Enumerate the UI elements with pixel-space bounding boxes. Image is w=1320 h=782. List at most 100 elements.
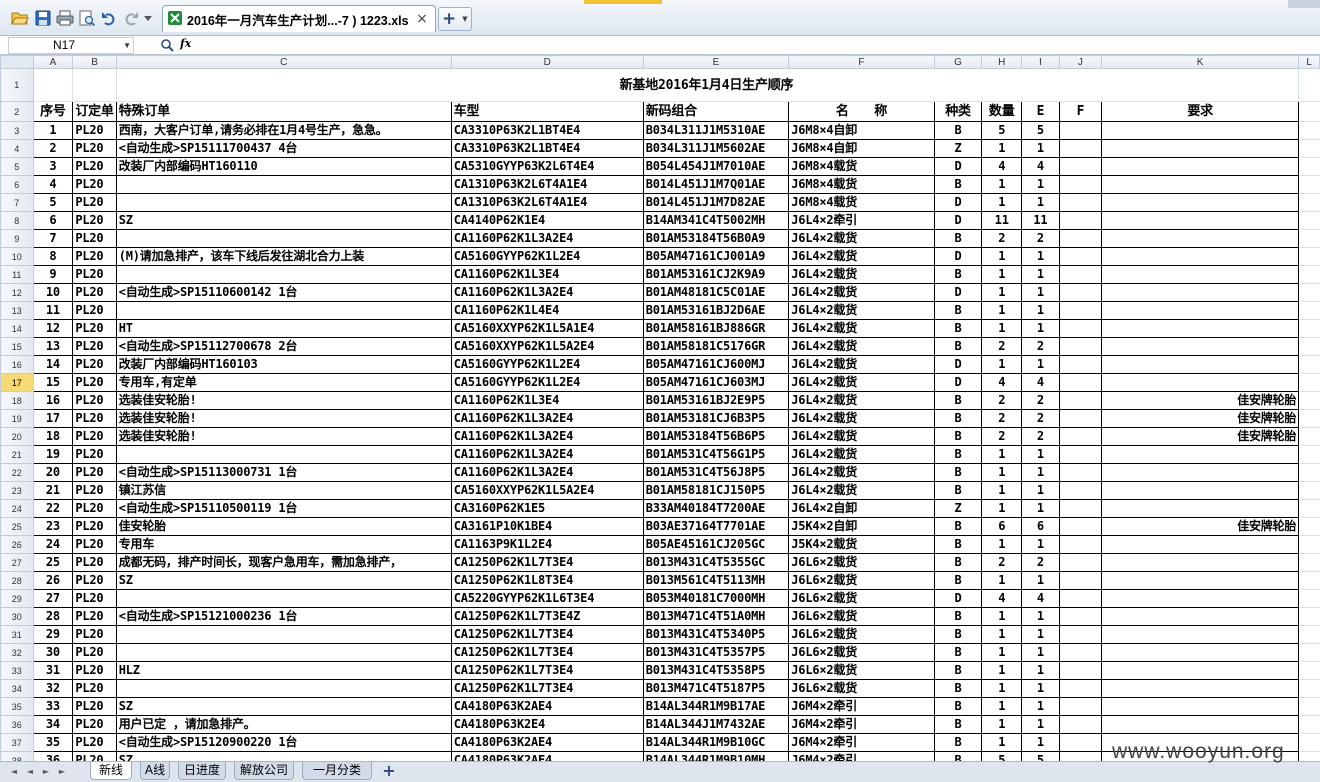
qty-cell[interactable]: 1 (981, 697, 1023, 716)
seq-cell[interactable]: 10 (33, 283, 74, 302)
special-order-cell[interactable]: 佳安轮胎 (116, 517, 452, 536)
name-cell[interactable]: J6L4×2载货 (788, 301, 935, 320)
order-cell[interactable]: PL20 (72, 139, 117, 158)
qty-cell[interactable]: 1 (981, 247, 1023, 266)
code-cell[interactable]: B013M431C4T5340P5 (643, 625, 790, 644)
empty-cell[interactable] (1298, 553, 1320, 572)
e-cell[interactable]: 1 (1021, 697, 1060, 716)
row-header[interactable]: 38 (0, 751, 34, 761)
empty-cell[interactable] (1298, 571, 1320, 590)
code-cell[interactable]: B14AL344R1M9B10GC (643, 733, 790, 752)
special-order-cell[interactable]: <自动生成>SP15110500119 1台 (116, 499, 452, 518)
requirement-cell[interactable] (1101, 463, 1300, 482)
search-icon[interactable] (160, 38, 176, 53)
seq-cell[interactable]: 23 (33, 517, 74, 536)
f-cell[interactable] (1059, 751, 1103, 761)
order-cell[interactable]: PL20 (72, 175, 117, 194)
order-cell[interactable]: PL20 (72, 247, 117, 266)
row-header[interactable]: 31 (0, 625, 34, 644)
name-cell[interactable]: J6L6×2载货 (788, 661, 935, 680)
document-tab[interactable]: 2016年一月汽车生产计划...-7 ) 1223.xls * × (162, 5, 436, 32)
kind-cell[interactable]: B (934, 301, 983, 320)
qty-cell[interactable]: 1 (981, 481, 1023, 500)
empty-cell[interactable] (1298, 409, 1320, 428)
empty-cell[interactable] (1298, 229, 1320, 248)
requirement-cell[interactable] (1101, 193, 1300, 212)
e-cell[interactable]: 1 (1021, 193, 1060, 212)
model-cell[interactable]: CA1310P63K2L6T4A1E4 (451, 175, 644, 194)
order-cell[interactable]: PL20 (72, 319, 117, 338)
kind-cell[interactable]: B (934, 121, 983, 140)
special-order-cell[interactable]: (M)请加急排产，该车下线后发往湖北合力上装 (116, 247, 452, 266)
code-cell[interactable]: B14AL344J1M7432AE (643, 715, 790, 734)
model-cell[interactable]: CA1160P62K1L3E4 (451, 391, 644, 410)
empty-cell[interactable] (1298, 283, 1320, 302)
requirement-cell[interactable] (1101, 607, 1300, 626)
empty-cell[interactable] (1298, 247, 1320, 266)
requirement-cell[interactable] (1101, 445, 1300, 464)
model-cell[interactable]: CA4180P63K2AE4 (451, 733, 644, 752)
empty-cell[interactable] (1298, 445, 1320, 464)
code-cell[interactable]: B14AL344R1M9B17AE (643, 697, 790, 716)
seq-cell[interactable]: 26 (33, 571, 74, 590)
model-cell[interactable]: CA5160GYYP62K1L2E4 (451, 355, 644, 374)
column-header[interactable]: K (1101, 55, 1300, 69)
kind-cell[interactable]: D (934, 373, 983, 392)
order-cell[interactable]: PL20 (72, 121, 117, 140)
name-cell[interactable]: J6L4×2载货 (788, 445, 935, 464)
order-cell[interactable]: PL20 (72, 391, 117, 410)
seq-cell[interactable]: 12 (33, 319, 74, 338)
special-order-cell[interactable]: 镇江苏信 (116, 481, 452, 500)
order-cell[interactable]: PL20 (72, 679, 117, 698)
special-order-cell[interactable] (116, 193, 452, 212)
seq-cell[interactable]: 30 (33, 643, 74, 662)
empty-cell[interactable] (1298, 643, 1320, 662)
e-cell[interactable]: 5 (1021, 751, 1060, 761)
order-cell[interactable]: PL20 (72, 355, 117, 374)
order-cell[interactable]: PL20 (72, 157, 117, 176)
requirement-cell[interactable] (1101, 265, 1300, 284)
special-order-cell[interactable]: 用户已定 ，请加急排产。 (116, 715, 452, 734)
qty-cell[interactable]: 1 (981, 499, 1023, 518)
name-cell[interactable]: J6L4×2载货 (788, 427, 935, 446)
row-header[interactable]: 7 (0, 193, 34, 212)
requirement-cell[interactable] (1101, 373, 1300, 392)
row-header[interactable]: 6 (0, 175, 34, 194)
kind-cell[interactable]: D (934, 355, 983, 374)
empty-cell[interactable] (1298, 679, 1320, 698)
row-header[interactable]: 17 (0, 373, 34, 392)
model-cell[interactable]: CA4180P63K2AE4 (451, 751, 644, 761)
e-cell[interactable]: 4 (1021, 373, 1060, 392)
model-cell[interactable]: CA5220GYYP62K1L6T3E4 (451, 589, 644, 608)
f-cell[interactable] (1059, 481, 1103, 500)
seq-cell[interactable]: 31 (33, 661, 74, 680)
empty-cell[interactable] (1298, 157, 1320, 176)
special-order-cell[interactable]: 成都无码，排产时间长，现客户急用车，需加急排产， (116, 553, 452, 572)
kind-cell[interactable]: B (934, 661, 983, 680)
seq-cell[interactable]: 36 (33, 751, 74, 761)
seq-cell[interactable]: 19 (33, 445, 74, 464)
row-header[interactable]: 15 (0, 337, 34, 356)
sheet-tab[interactable]: A线 (140, 762, 170, 780)
f-cell[interactable] (1059, 139, 1103, 158)
code-cell[interactable]: B01AM53181CJ6B3P5 (643, 409, 790, 428)
name-cell[interactable]: J6L4×2载货 (788, 463, 935, 482)
f-cell[interactable] (1059, 463, 1103, 482)
seq-cell[interactable]: 3 (33, 157, 74, 176)
special-order-cell[interactable]: <自动生成>SP15113000731 1台 (116, 463, 452, 482)
order-cell[interactable]: PL20 (72, 733, 117, 752)
name-cell[interactable]: J6L4×2载货 (788, 409, 935, 428)
order-cell[interactable]: PL20 (72, 643, 117, 662)
e-cell[interactable]: 2 (1021, 337, 1060, 356)
empty-cell[interactable] (1298, 463, 1320, 482)
empty-cell[interactable] (1298, 751, 1320, 761)
f-cell[interactable] (1059, 733, 1103, 752)
order-cell[interactable]: PL20 (72, 517, 117, 536)
order-cell[interactable]: PL20 (72, 535, 117, 554)
name-cell[interactable]: J6M4×2牵引 (788, 715, 935, 734)
print-icon[interactable] (56, 9, 74, 27)
seq-cell[interactable]: 7 (33, 229, 74, 248)
kind-cell[interactable]: B (934, 679, 983, 698)
print-preview-icon[interactable] (78, 9, 96, 27)
chevron-down-icon[interactable]: ▼ (123, 38, 131, 53)
